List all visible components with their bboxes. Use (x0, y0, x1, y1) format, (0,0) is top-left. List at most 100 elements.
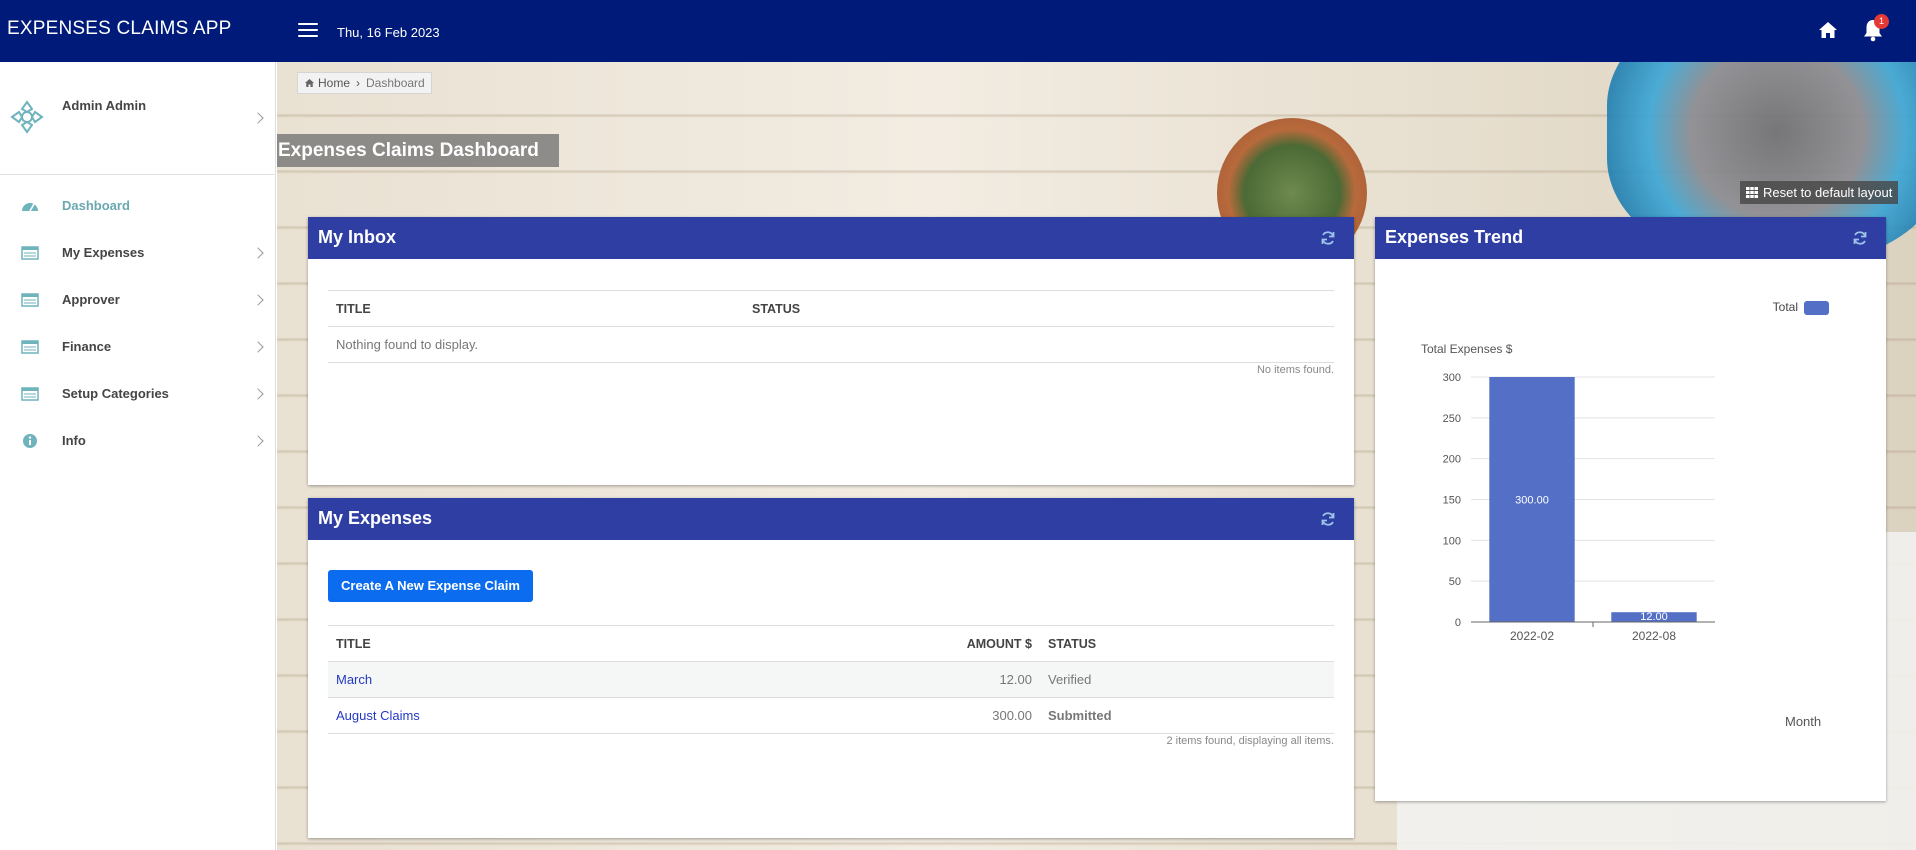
inbox-table: TITLE STATUS Nothing found to display. (328, 290, 1334, 363)
top-navbar: EXPENSES CLAIMS APP Thu, 16 Feb 2023 1 (0, 0, 1916, 62)
main-content: Home › Dashboard Expenses Claims Dashboa… (277, 62, 1916, 850)
empty-message: Nothing found to display. (328, 326, 1334, 363)
trend-panel-header: Expenses Trend (1375, 217, 1886, 259)
expenses-title: My Expenses (318, 508, 433, 528)
app-title[interactable]: EXPENSES CLAIMS APP (7, 18, 232, 40)
chart-axes: 0 50 100 150 200 250 300 2022-02 2022-08 (1443, 372, 1715, 643)
y-tick-label: 100 (1443, 535, 1461, 547)
inbox-title: My Inbox (318, 227, 397, 247)
user-avatar-icon (10, 100, 44, 134)
list-icon (21, 387, 39, 401)
refresh-icon[interactable] (1852, 230, 1868, 246)
info-icon (23, 434, 37, 448)
expense-title-link[interactable]: August Claims (328, 697, 928, 734)
y-tick-label: 150 (1443, 495, 1461, 507)
refresh-icon[interactable] (1320, 230, 1336, 246)
chevron-right-icon (252, 294, 264, 306)
inbox-panel: My Inbox TITLE STATUS Nothing found to d… (308, 217, 1354, 485)
breadcrumb-home[interactable]: Home (304, 76, 350, 90)
expense-title[interactable]: March (336, 672, 372, 687)
home-icon[interactable] (1818, 20, 1838, 40)
x-axis-label: Month (1785, 714, 1821, 729)
sidebar-item-my-expenses[interactable]: My Expenses (0, 233, 276, 273)
y-tick-label: 300 (1443, 372, 1461, 384)
chevron-right-icon (252, 247, 264, 259)
list-icon (21, 340, 39, 354)
column-header-status[interactable]: STATUS (744, 290, 1334, 327)
sidebar-item-info[interactable]: Info (0, 421, 276, 461)
chevron-right-icon (252, 388, 264, 400)
column-header-status[interactable]: STATUS (1040, 625, 1334, 662)
current-date: Thu, 16 Feb 2023 (337, 25, 440, 40)
table-row[interactable]: August Claims 300.00 Submitted (328, 697, 1334, 734)
grid-icon (1746, 187, 1758, 198)
sidebar: Admin Admin Dashboard My Expenses Approv… (0, 62, 276, 850)
y-tick-label: 0 (1455, 617, 1461, 629)
sidebar-item-label: Finance (62, 339, 112, 354)
inbox-summary: No items found. (1256, 364, 1334, 376)
breadcrumb-home-label: Home (318, 76, 351, 90)
y-tick-label: 250 (1443, 413, 1461, 425)
table-row: Nothing found to display. (328, 326, 1334, 363)
expenses-summary: 2 items found, displaying all items. (1166, 735, 1334, 747)
bar-value-label: 12.00 (1640, 611, 1668, 623)
x-tick-label: 2022-02 (1510, 629, 1554, 643)
expense-title-link[interactable]: March (328, 661, 928, 698)
sidebar-item-label: Dashboard (62, 198, 130, 213)
breadcrumb: Home › Dashboard (297, 72, 432, 94)
sidebar-item-label: Approver (62, 292, 120, 307)
expenses-panel: My Expenses Create A New Expense Claim T… (308, 498, 1354, 838)
chart-bars: 300.00 12.00 (1489, 377, 1697, 623)
sidebar-item-finance[interactable]: Finance (0, 327, 276, 367)
user-profile[interactable]: Admin Admin (0, 62, 276, 175)
y-tick-label: 50 (1449, 576, 1461, 588)
home-icon (305, 79, 314, 87)
expenses-trend-panel: Expenses Trend 300.00 12.00 0 50 100 150 200 2… (1375, 217, 1886, 801)
sidebar-item-label: Info (62, 433, 86, 448)
y-tick-label: 200 (1443, 454, 1461, 466)
expenses-panel-header: My Expenses (308, 498, 1354, 540)
table-row[interactable]: March 12.00 Verified (328, 661, 1334, 698)
dashboard-icon (22, 203, 38, 212)
sidebar-item-label: My Expenses (62, 245, 145, 260)
sidebar-item-dashboard[interactable]: Dashboard (0, 186, 276, 226)
refresh-icon[interactable] (1320, 511, 1336, 527)
inbox-panel-header: My Inbox (308, 217, 1354, 259)
y-axis-label: Total Expenses $ (1421, 342, 1513, 356)
notification-badge: 1 (1874, 14, 1889, 29)
sidebar-item-setup-categories[interactable]: Setup Categories (0, 374, 276, 414)
expense-title[interactable]: August Claims (336, 708, 420, 723)
chart-legend[interactable]: Total (1773, 300, 1829, 315)
expense-amount: 300.00 (928, 697, 1040, 734)
reset-layout-label: Reset to default layout (1763, 185, 1893, 200)
reset-layout-button[interactable]: Reset to default layout (1740, 181, 1899, 204)
list-icon (21, 246, 39, 260)
bar-value-label: 300.00 (1515, 495, 1549, 507)
page-title: Expenses Claims Dashboard (277, 134, 559, 167)
expenses-trend-chart: 300.00 12.00 0 50 100 150 200 250 300 2022-02 202… (1421, 300, 1829, 729)
legend-swatch (1804, 301, 1829, 315)
breadcrumb-current: Dashboard (366, 76, 425, 90)
legend-label: Total (1773, 300, 1798, 314)
chevron-right-icon (252, 341, 264, 353)
column-header-amount[interactable]: AMOUNT $ (928, 625, 1040, 662)
trend-title: Expenses Trend (1385, 227, 1524, 247)
menu-toggle-icon[interactable] (298, 23, 318, 39)
column-header-title[interactable]: TITLE (328, 290, 744, 327)
expense-status: Submitted (1040, 697, 1334, 734)
expense-status: Verified (1040, 661, 1334, 698)
table-header-row: TITLE STATUS (328, 290, 1334, 327)
sidebar-item-approver[interactable]: Approver (0, 280, 276, 320)
chevron-right-icon (252, 435, 264, 447)
user-name: Admin Admin (62, 98, 147, 113)
table-header-row: TITLE AMOUNT $ STATUS (328, 625, 1334, 662)
breadcrumb-separator: › (356, 76, 361, 90)
expense-amount: 12.00 (928, 661, 1040, 698)
x-tick-label: 2022-08 (1632, 629, 1676, 643)
chevron-right-icon (252, 112, 264, 124)
column-header-title[interactable]: TITLE (328, 625, 928, 662)
list-icon (21, 293, 39, 307)
sidebar-item-label: Setup Categories (62, 386, 169, 401)
expenses-table: TITLE AMOUNT $ STATUS March 12.00 Verifi… (328, 625, 1334, 734)
create-expense-claim-button[interactable]: Create A New Expense Claim (328, 570, 533, 602)
